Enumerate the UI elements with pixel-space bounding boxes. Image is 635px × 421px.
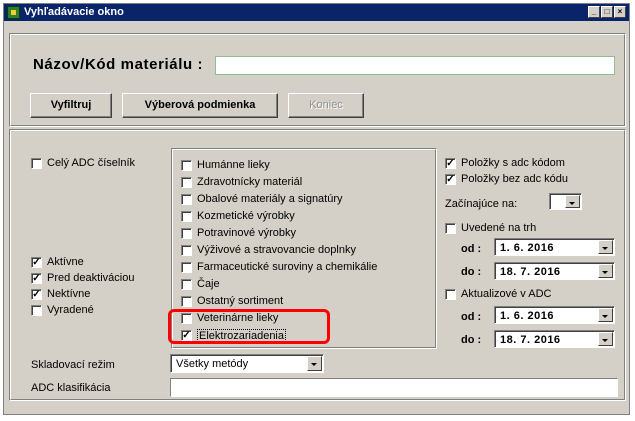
storage-mode-select[interactable]: Všetky metódy [170, 354, 324, 373]
filter-button[interactable]: Vyfiltruj [30, 93, 112, 118]
category-checkbox[interactable]: Kozmetické výrobky [181, 210, 295, 224]
category-check-box[interactable] [181, 245, 192, 256]
updated-to-date[interactable]: 18. 7. 2016 [494, 330, 615, 348]
category-checkbox[interactable]: Zdravotnícky materiál [181, 176, 302, 190]
maximize-button[interactable]: □ [601, 6, 613, 18]
check-icon[interactable]: ✓ [445, 174, 456, 185]
all-adc-check-box[interactable] [31, 158, 42, 169]
starting-label: Začínajúce na: [445, 198, 518, 210]
updated-from-label: od : [461, 311, 482, 323]
title-bar[interactable]: Vyhľadávacie okno _ □ × [4, 4, 629, 21]
storage-mode-label: Skladovací režim [31, 359, 115, 371]
all-adc-checkbox[interactable]: Celý ADC číselník [31, 157, 135, 171]
market-to-label: do : [461, 266, 482, 278]
category-checkbox[interactable]: Humánne lieky [181, 159, 270, 173]
window-title: Vyhľadávacie okno [24, 6, 124, 18]
updated-checkbox[interactable]: Aktualizové v ADC [445, 288, 551, 302]
search-window: Vyhľadávacie okno _ □ × Názov/Kód materi… [3, 3, 630, 415]
starting-combo[interactable] [549, 193, 582, 210]
chevron-down-icon[interactable] [598, 264, 613, 278]
chevron-down-icon[interactable] [598, 308, 613, 322]
chevron-down-icon[interactable] [565, 195, 580, 208]
market-check-box[interactable] [445, 223, 456, 234]
market-to-date[interactable]: 18. 7. 2016 [494, 262, 615, 280]
adc-classification-input[interactable] [170, 378, 618, 397]
category-checkbox[interactable]: Ostatný sortiment [181, 295, 283, 309]
chevron-down-icon[interactable] [598, 240, 613, 254]
with-adc-checkbox[interactable]: ✓ Položky s adc kódom [445, 157, 565, 171]
check-icon[interactable]: ✓ [31, 257, 42, 268]
filter-panel: Celý ADC číselník ✓ Aktívne ✓ Pred deaktiv… [9, 129, 626, 401]
status-retired-checkbox[interactable]: Vyradené [31, 304, 94, 318]
category-check-box[interactable] [181, 279, 192, 290]
status-inactive-checkbox[interactable]: ✓ Nektívne [31, 288, 90, 302]
updated-to-label: do : [461, 334, 482, 346]
category-check-box[interactable] [181, 194, 192, 205]
category-check-box[interactable] [181, 160, 192, 171]
category-checkbox[interactable]: Potravinové výrobky [181, 227, 296, 241]
material-search-input[interactable] [215, 56, 615, 75]
category-checkbox[interactable]: Farmaceutické suroviny a chemikálie [181, 261, 377, 275]
minimize-button[interactable]: _ [588, 6, 600, 18]
category-check-box[interactable] [181, 211, 192, 222]
status-pre-deactivation-checkbox[interactable]: ✓ Pred deaktiváciou [31, 272, 134, 286]
market-from-label: od : [461, 243, 482, 255]
category-checkbox[interactable]: Výživové a stravovancie doplnky [181, 244, 356, 258]
updated-from-date[interactable]: 1. 6. 2016 [494, 306, 615, 324]
end-button[interactable]: Koniec [288, 93, 364, 118]
without-adc-checkbox[interactable]: ✓ Položky bez adc kódu [445, 173, 568, 187]
category-check-box[interactable] [181, 228, 192, 239]
condition-button[interactable]: Výberová podmienka [122, 93, 278, 118]
status-retired-check-box[interactable] [31, 305, 42, 316]
category-check-box[interactable] [181, 177, 192, 188]
highlight-annotation [168, 309, 330, 344]
material-label: Názov/Kód materiálu : [33, 56, 204, 73]
check-icon[interactable]: ✓ [31, 273, 42, 284]
updated-check-box[interactable] [445, 289, 456, 300]
adc-classification-label: ADC klasifikácia [31, 382, 111, 394]
category-checkbox[interactable]: Obalové materiály a signatúry [181, 193, 343, 207]
check-icon[interactable]: ✓ [31, 289, 42, 300]
check-icon[interactable]: ✓ [445, 158, 456, 169]
chevron-down-icon[interactable] [598, 332, 613, 346]
category-check-box[interactable] [181, 262, 192, 273]
search-panel: Názov/Kód materiálu : Vyfiltruj Výberová… [9, 33, 626, 127]
category-checkbox[interactable]: Čaje [181, 278, 220, 292]
close-button[interactable]: × [614, 6, 626, 18]
category-check-box[interactable] [181, 296, 192, 307]
chevron-down-icon[interactable] [307, 356, 322, 371]
market-from-date[interactable]: 1. 6. 2016 [494, 238, 615, 256]
market-checkbox[interactable]: Uvedené na trh [445, 222, 536, 236]
status-active-checkbox[interactable]: ✓ Aktívne [31, 256, 84, 270]
app-icon [7, 6, 20, 19]
